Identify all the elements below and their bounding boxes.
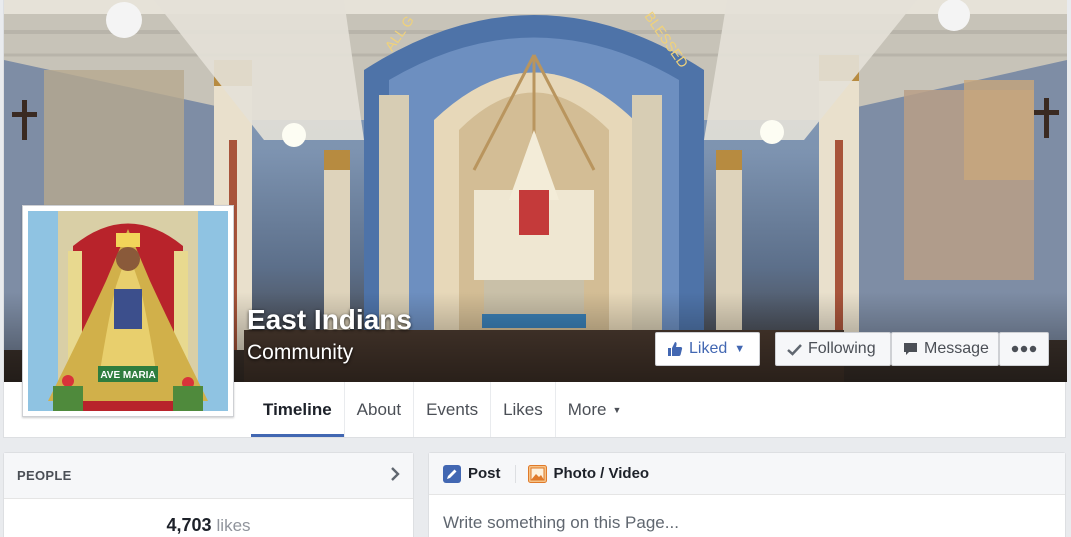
message-label: Message <box>924 340 989 357</box>
likes-label: likes <box>216 516 251 535</box>
following-label: Following <box>808 340 876 357</box>
following-button[interactable]: Following <box>775 332 891 366</box>
profile-picture[interactable]: AVE MARIA <box>22 205 234 417</box>
tab-likes[interactable]: Likes <box>491 382 556 437</box>
photo-video-tab[interactable]: Photo / Video <box>527 464 664 483</box>
message-icon <box>903 342 918 356</box>
page-title: East Indians <box>247 304 412 335</box>
profile-caption: AVE MARIA <box>100 370 155 381</box>
ellipsis-icon <box>1011 340 1037 358</box>
thumbs-up-icon <box>667 341 683 357</box>
liked-button[interactable]: Liked ▼ <box>655 332 760 366</box>
post-tab[interactable]: Post <box>443 464 515 483</box>
message-button[interactable]: Message <box>891 332 999 366</box>
page-header: ALL G BLESSED East Indians Community Lik… <box>3 0 1067 438</box>
caret-down-icon: ▼ <box>612 404 622 415</box>
tab-about[interactable]: About <box>345 382 415 437</box>
composer-input[interactable]: Write something on this Page... <box>429 495 1065 537</box>
tab-more[interactable]: More ▼ <box>556 382 634 437</box>
post-composer: Post Photo / Video Write something on th… <box>428 452 1066 537</box>
page-tabs: Timeline About Events Likes More ▼ <box>251 382 633 437</box>
people-card: PEOPLE 4,703 likes <box>3 452 414 537</box>
photo-icon <box>527 464 547 483</box>
people-header[interactable]: PEOPLE <box>4 453 413 499</box>
page-category: Community <box>247 341 354 364</box>
liked-label: Liked <box>689 340 728 357</box>
likes-summary: 4,703 likes <box>4 515 413 536</box>
post-label: Post <box>468 465 501 482</box>
likes-count: 4,703 <box>166 515 212 535</box>
more-options-button[interactable] <box>999 332 1049 366</box>
chevron-right-icon[interactable] <box>390 465 400 486</box>
checkmark-icon <box>787 343 802 356</box>
tab-more-label: More <box>567 399 607 419</box>
profile-picture-image: AVE MARIA <box>28 211 228 411</box>
pencil-icon <box>443 464 461 483</box>
tab-timeline[interactable]: Timeline <box>251 382 345 437</box>
chevron-down-icon: ▼ <box>734 343 746 355</box>
composer-tabs: Post Photo / Video <box>429 453 1065 495</box>
photo-video-label: Photo / Video <box>553 465 650 482</box>
tab-events[interactable]: Events <box>414 382 492 437</box>
people-title: PEOPLE <box>17 468 72 483</box>
